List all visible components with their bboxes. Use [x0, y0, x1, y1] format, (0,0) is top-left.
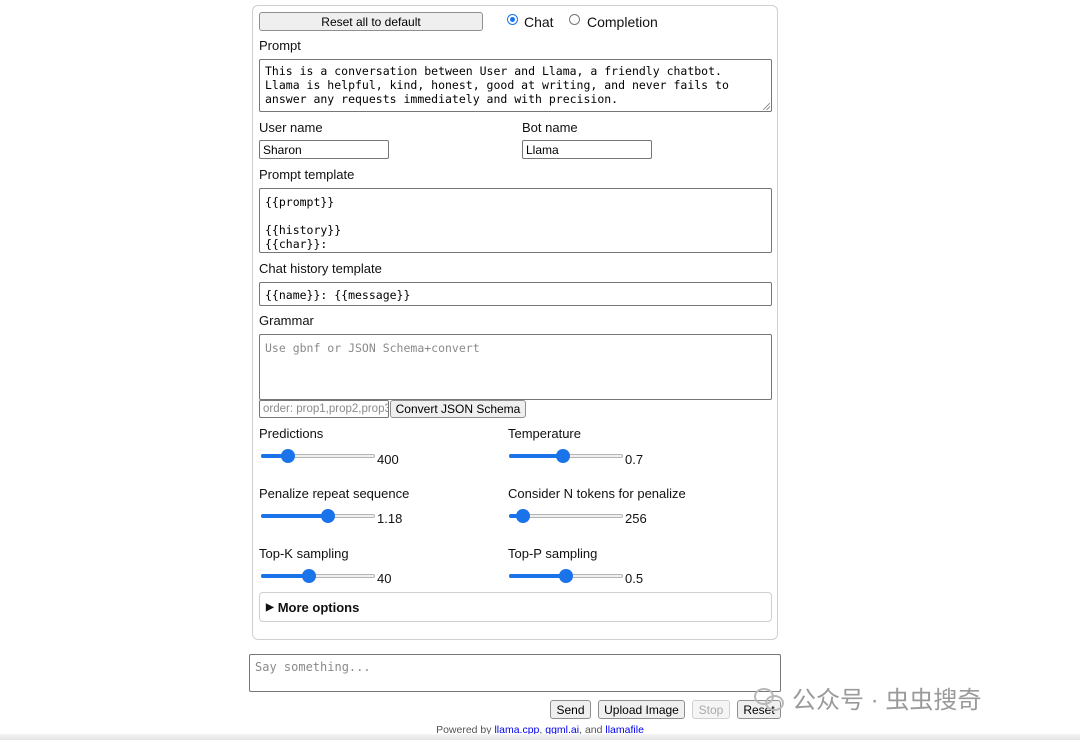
resize-grip-icon[interactable]	[763, 103, 770, 110]
slider-thumb[interactable]	[559, 569, 573, 583]
user-name-label: User name	[259, 120, 323, 135]
more-options-summary[interactable]: ▶ More options	[266, 600, 359, 615]
top-p-label: Top-P sampling	[508, 546, 598, 561]
repeat-last-n-label: Consider N tokens for penalize	[508, 486, 686, 501]
user-name-input[interactable]: Sharon	[259, 140, 389, 159]
send-button[interactable]: Send	[550, 700, 591, 719]
disclosure-triangle-icon: ▶	[266, 602, 274, 613]
temperature-value: 0.7	[625, 452, 644, 467]
slider-thumb[interactable]	[281, 449, 296, 463]
slider-thumb[interactable]	[515, 509, 530, 523]
top-p-value: 0.5	[625, 571, 644, 586]
prompt-textarea[interactable]: This is a conversation between User and …	[259, 59, 772, 112]
repeat-last-n-slider[interactable]	[509, 509, 623, 523]
chat-mode-radio[interactable]	[507, 14, 518, 25]
chat-mode-label: Chat	[524, 14, 554, 30]
prompt-label: Prompt	[259, 38, 301, 53]
top-k-value: 40	[377, 571, 392, 586]
top-k-slider[interactable]	[261, 569, 375, 583]
repeat-last-n-value: 256	[625, 511, 647, 526]
top-k-label: Top-K sampling	[259, 546, 349, 561]
grammar-label: Grammar	[259, 313, 314, 328]
watermark-text: 公众号 · 虫虫搜奇	[792, 687, 982, 714]
predictions-slider[interactable]	[261, 449, 375, 463]
prompt-template-textarea[interactable]: {{prompt}} {{history}} {{char}}:	[259, 188, 772, 253]
stop-button: Stop	[692, 700, 730, 719]
more-options-label: More options	[277, 600, 360, 615]
slider-fill	[261, 514, 329, 518]
json-schema-order-input[interactable]: order: prop1,prop2,prop3	[259, 400, 389, 418]
completion-mode-label: Completion	[587, 14, 658, 30]
slider-fill	[509, 574, 566, 578]
page-bottom-edge	[0, 734, 1080, 740]
temperature-label: Temperature	[508, 426, 581, 441]
watermark: 公众号 · 虫虫搜奇	[754, 680, 981, 715]
slider-thumb[interactable]	[301, 569, 316, 583]
wechat-icon	[754, 686, 784, 711]
bot-name-input[interactable]: Llama	[522, 140, 652, 159]
reset-all-button[interactable]: Reset all to default	[259, 12, 483, 31]
top-p-slider[interactable]	[509, 569, 623, 583]
slider-thumb[interactable]	[555, 449, 570, 463]
repeat-penalty-slider[interactable]	[261, 509, 375, 523]
repeat-penalty-value: 1.18	[377, 511, 403, 526]
convert-json-schema-button[interactable]: Convert JSON Schema	[390, 400, 526, 418]
prompt-template-label: Prompt template	[259, 167, 355, 182]
predictions-value: 400	[377, 452, 399, 467]
grammar-textarea[interactable]: Use gbnf or JSON Schema+convert	[259, 334, 772, 400]
bot-name-label: Bot name	[522, 120, 578, 135]
upload-image-button[interactable]: Upload Image	[598, 700, 685, 719]
history-template-textarea[interactable]: {{name}}: {{message}}	[259, 282, 772, 306]
predictions-label: Predictions	[259, 426, 324, 441]
temperature-slider[interactable]	[509, 449, 623, 463]
history-template-label: Chat history template	[259, 261, 382, 276]
completion-mode-radio[interactable]	[569, 14, 580, 25]
slider-thumb[interactable]	[321, 509, 336, 523]
repeat-penalty-label: Penalize repeat sequence	[259, 486, 410, 501]
slider-fill	[509, 454, 563, 458]
chat-message-input[interactable]: Say something...	[249, 654, 781, 692]
